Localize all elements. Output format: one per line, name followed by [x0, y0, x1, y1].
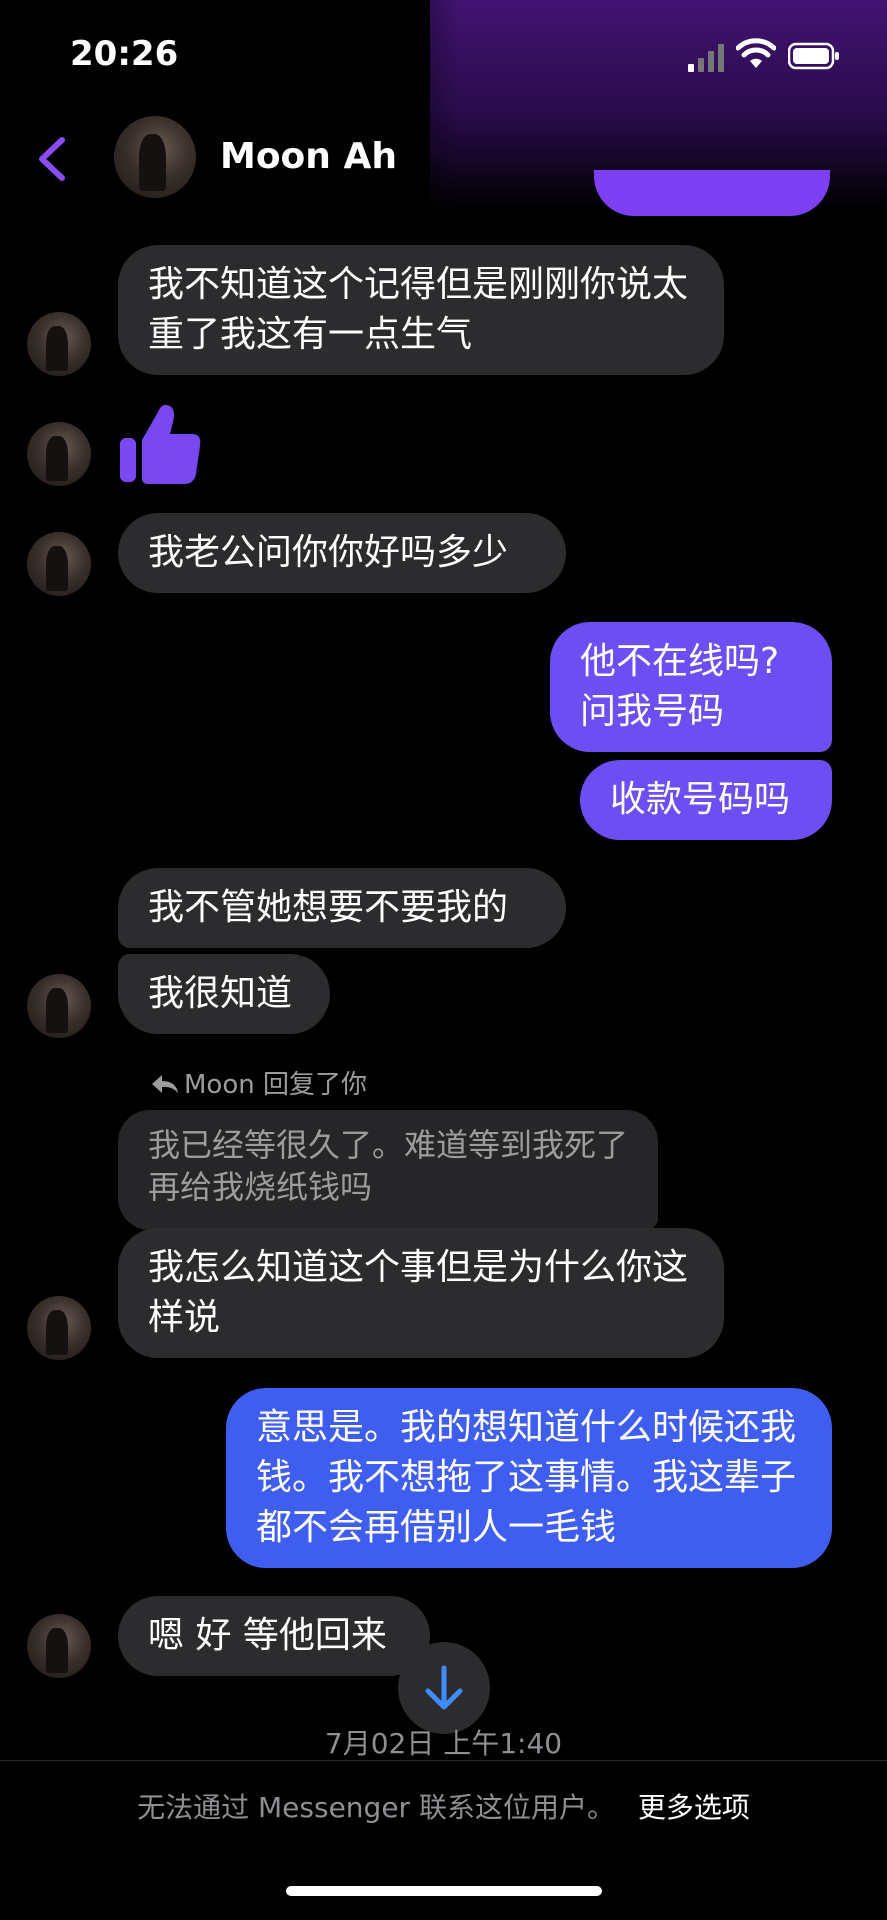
sender-avatar[interactable] [27, 312, 91, 376]
battery-icon [788, 42, 839, 70]
contact-name[interactable]: Moon Ah [220, 136, 397, 177]
quoted-message[interactable]: 我已经等很久了。难道等到我死了再给我烧纸钱吗 [118, 1110, 658, 1230]
footer-divider [0, 1760, 887, 1761]
previous-message-bubble [594, 170, 830, 216]
wifi-icon [736, 38, 776, 68]
home-indicator[interactable] [286, 1886, 602, 1896]
status-bar: 20:26 [0, 0, 887, 110]
message-timestamp: 7月02日 上午1:40 [324, 1727, 563, 1760]
reply-label-text: Moon 回复了你 [184, 1070, 367, 1100]
footer: 无法通过 Messenger 联系这位用户。 更多选项 [0, 1786, 887, 1826]
back-chevron-icon[interactable] [32, 134, 72, 184]
message-bubble-sent[interactable]: 意思是。我的想知道什么时候还我钱。我不想拖了这事情。我这辈子都不会再借别人一毛钱 [226, 1388, 832, 1568]
sender-avatar[interactable] [27, 532, 91, 596]
unreachable-notice: 无法通过 Messenger 联系这位用户。 [137, 1791, 615, 1824]
reply-label: Moon 回复了你 [150, 1064, 367, 1101]
message-bubble-received[interactable]: 我不管她想要不要我的 [118, 868, 566, 948]
sender-avatar[interactable] [27, 1614, 91, 1678]
sender-avatar[interactable] [27, 974, 91, 1038]
status-time: 20:26 [70, 34, 179, 74]
sender-avatar[interactable] [27, 422, 91, 486]
message-bubble-received[interactable]: 嗯 好 等他回来 [118, 1596, 430, 1676]
signal-icon [688, 44, 724, 72]
thumbs-up-icon[interactable] [118, 400, 202, 486]
message-bubble-received[interactable]: 我不知道这个记得但是刚刚你说太重了我这有一点生气 [118, 245, 724, 375]
more-options-link[interactable]: 更多选项 [638, 1791, 750, 1824]
sender-avatar[interactable] [27, 1296, 91, 1360]
message-bubble-received[interactable]: 我很知道 [118, 954, 330, 1034]
message-bubble-sent[interactable]: 收款号码吗 [580, 760, 832, 840]
message-bubble-received[interactable]: 我老公问你你好吗多少 [118, 513, 566, 593]
message-bubble-received[interactable]: 我怎么知道这个事但是为什么你这样说 [118, 1228, 724, 1358]
arrow-down-icon [425, 1665, 463, 1710]
reply-arrow-icon [152, 1075, 178, 1093]
message-bubble-sent[interactable]: 他不在线吗?问我号码 [550, 622, 832, 752]
scroll-to-bottom-button[interactable] [398, 1642, 490, 1734]
contact-avatar[interactable] [114, 116, 196, 198]
